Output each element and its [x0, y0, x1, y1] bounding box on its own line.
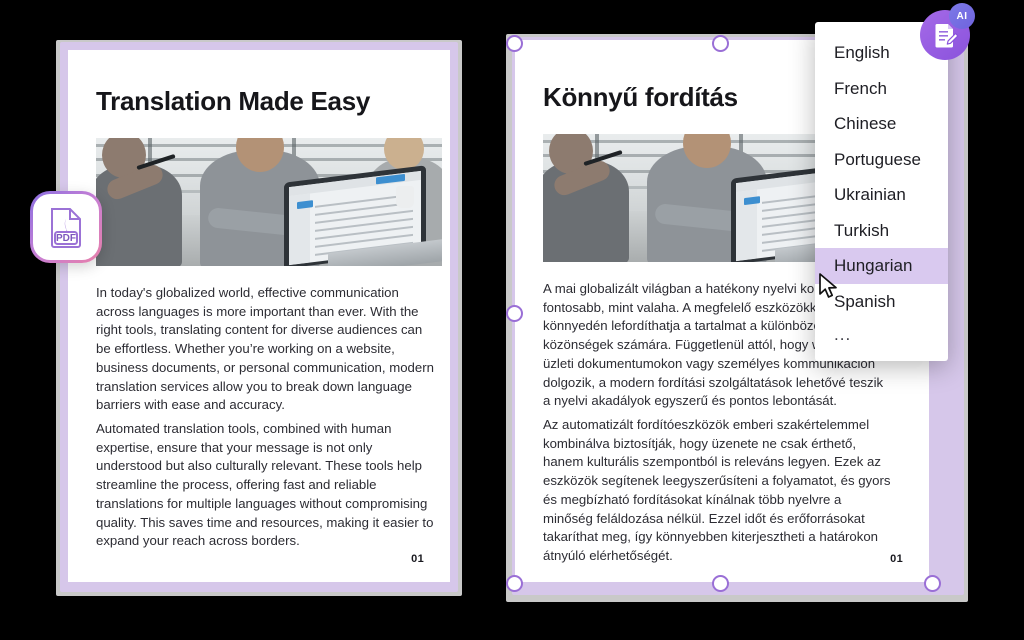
pdf-file-icon: PDF [51, 208, 81, 248]
svg-text:PDF: PDF [56, 233, 76, 244]
resize-handle-top-center[interactable] [712, 35, 729, 52]
page-paragraph-right-2: Az automatizált fordítóeszközök emberi s… [543, 417, 891, 564]
language-option-turkish[interactable]: Turkish [815, 213, 948, 249]
page-surface-left: Translation Made Easy In today's globali… [68, 50, 450, 582]
resize-handle-bottom-right[interactable] [924, 575, 941, 592]
page-title-right: Könnyű fordítás [543, 82, 738, 112]
resize-handle-bottom-left[interactable] [506, 575, 523, 592]
language-option-chinese[interactable]: Chinese [815, 106, 948, 142]
canvas: Translation Made Easy In today's globali… [0, 0, 1024, 640]
page-number-right: 01 [890, 553, 903, 565]
page-paragraph-left-1: In today's globalized world, effective c… [96, 285, 434, 413]
page-title-left: Translation Made Easy [96, 86, 371, 116]
page-photo-left [96, 138, 442, 266]
pdf-file-badge[interactable]: PDF [30, 191, 102, 263]
resize-handle-bottom-center[interactable] [712, 575, 729, 592]
document-page-left[interactable]: Translation Made Easy In today's globali… [56, 40, 462, 596]
language-option-ukrainian[interactable]: Ukrainian [815, 177, 948, 213]
ai-translate-badge[interactable]: AI [920, 3, 975, 60]
language-option-spanish[interactable]: Spanish [815, 284, 948, 320]
language-option-more[interactable]: ... [815, 319, 948, 347]
language-option-french[interactable]: French [815, 71, 948, 107]
language-option-portuguese[interactable]: Portuguese [815, 142, 948, 178]
language-selector-menu[interactable]: English French Chinese Portuguese Ukrain… [815, 22, 948, 362]
resize-handle-top-left[interactable] [506, 35, 523, 52]
resize-handle-middle-left[interactable] [506, 305, 523, 322]
language-option-hungarian[interactable]: Hungarian [815, 248, 948, 284]
ai-chip-label: AI [949, 3, 975, 29]
page-number-left: 01 [411, 553, 424, 565]
page-paragraph-left-2: Automated translation tools, combined wi… [96, 421, 434, 549]
